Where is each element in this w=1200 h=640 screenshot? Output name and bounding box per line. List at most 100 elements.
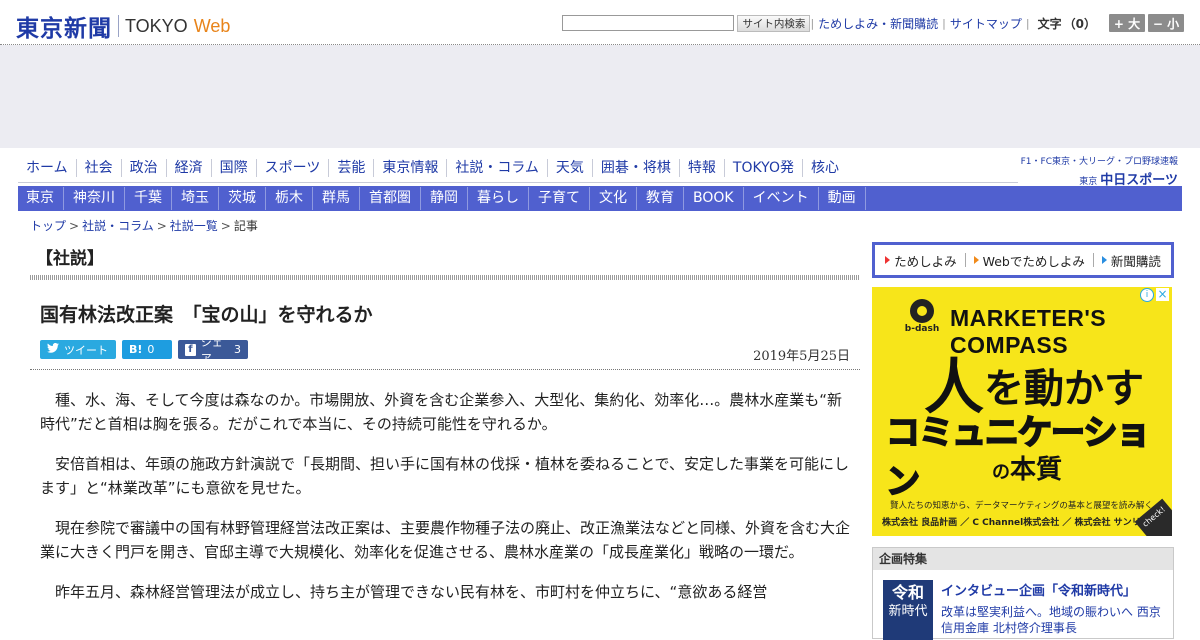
- subscribe-box: ためしよみ Webでためしよみ 新聞購読: [872, 242, 1174, 278]
- site-search-input[interactable]: [562, 15, 735, 31]
- facebook-share-count: 3: [234, 343, 241, 356]
- region-tochigi[interactable]: 栃木: [266, 187, 313, 210]
- region-tokyo[interactable]: 東京: [18, 187, 64, 210]
- nav-editorial-column[interactable]: 社説・コラム: [446, 159, 547, 177]
- ad-brand-logo: b-dash: [902, 299, 942, 334]
- region-saitama[interactable]: 埼玉: [172, 187, 219, 210]
- nav-special-report[interactable]: 特報: [678, 159, 724, 177]
- ad-copy-line3: の本質: [992, 449, 1062, 486]
- region-shizuoka[interactable]: 静岡: [421, 187, 468, 210]
- font-size-label: 文字: [1037, 16, 1062, 31]
- utility-bar: サイト内検索 | ためしよみ・新聞購読 | サイトマップ | 文字 （0） + …: [562, 14, 1184, 32]
- triangle-orange-icon: [973, 256, 979, 264]
- logo-web: Web: [193, 15, 231, 36]
- feature-title-link[interactable]: インタビュー企画「令和新時代」: [941, 580, 1136, 599]
- link-trial-subscribe[interactable]: ためしよみ・新聞購読: [818, 15, 938, 32]
- pipe-divider: |: [810, 16, 815, 30]
- nav-home[interactable]: ホーム: [18, 159, 76, 177]
- ad-info-icon[interactable]: i: [1140, 288, 1154, 302]
- article-paragraph: 安倍首相は、年頭の施政方針演説で「長期間、担い手に国有林の伐採・植林を委ねること…: [40, 455, 849, 497]
- section-events[interactable]: イベント: [744, 187, 819, 210]
- top-ad-banner-area: [0, 45, 1200, 148]
- font-bigger-button[interactable]: + 大: [1109, 14, 1145, 32]
- twitter-bird-icon: [47, 342, 59, 356]
- feature-heading: 企画特集: [873, 548, 1173, 570]
- share-buttons: ツイート B! 0 f シェア 3: [40, 336, 254, 365]
- section-rule: [30, 275, 860, 280]
- font-size-value: （0）: [1063, 16, 1096, 31]
- bdash-logo-icon: [910, 299, 934, 323]
- subscribe-newspaper-label: 新聞購読: [1110, 253, 1161, 269]
- pipe-divider: |: [942, 16, 946, 30]
- region-shutoken[interactable]: 首都圏: [360, 187, 421, 210]
- ad-close-icon[interactable]: ×: [1156, 288, 1169, 301]
- article-paragraph: 現在参院で審議中の国有林野管理経営法改正案は、主要農作物種子法の廃止、改正漁業法…: [40, 519, 851, 561]
- breadcrumb-editorial-list[interactable]: 社説一覧: [170, 219, 218, 233]
- nav-sports[interactable]: スポーツ: [255, 159, 329, 177]
- subscribe-newspaper-link[interactable]: 新聞購読: [1101, 251, 1161, 270]
- article-title: 国有林法改正案 「宝の山」を守れるか: [40, 304, 373, 326]
- feature-thumbnail[interactable]: 令和 新時代: [883, 580, 933, 640]
- section-culture[interactable]: 文化: [590, 187, 637, 210]
- font-smaller-button[interactable]: − 小: [1148, 14, 1184, 32]
- nav-go-shogi[interactable]: 囲碁・将棋: [591, 159, 679, 177]
- facebook-share-label: シェア: [200, 335, 223, 365]
- hatena-bookmark-button[interactable]: B! 0: [122, 340, 172, 359]
- feature-description-link[interactable]: 改革は堅実利益へ。地域の賑わいへ 西京信用金庫 北村啓介理事長: [941, 604, 1166, 636]
- feature-box: 企画特集 令和 新時代 インタビュー企画「令和新時代」 改革は堅実利益へ。地域の…: [872, 547, 1174, 640]
- tweet-button[interactable]: ツイート: [40, 340, 116, 359]
- subscribe-divider: [1092, 253, 1094, 267]
- section-education[interactable]: 教育: [637, 187, 684, 210]
- ad-subcopy: 賢人たちの知恵から、データマーケティングの基本と展望を読み解く: [890, 501, 1153, 511]
- site-header: 東京新聞 TOKYO Web サイト内検索 | ためしよみ・新聞購読 | サイト…: [0, 0, 1200, 45]
- nav-weather[interactable]: 天気: [546, 159, 592, 177]
- nav-politics[interactable]: 政治: [120, 159, 166, 177]
- hatena-bookmark-icon: B!: [129, 343, 143, 356]
- facebook-icon: f: [185, 343, 196, 356]
- article-body: 種、水、海、そして今度は森なのか。市場開放、外資を含む企業参入、大型化、集約化、…: [40, 388, 850, 620]
- breadcrumb-top[interactable]: トップ: [30, 219, 66, 233]
- region-ibaraki[interactable]: 茨城: [219, 187, 266, 210]
- region-kanagawa[interactable]: 神奈川: [64, 187, 125, 210]
- chunichi-sports-link[interactable]: F1・FC東京・大リーグ・プロ野球速報 東京 中日スポーツ: [1021, 154, 1178, 188]
- link-sitemap[interactable]: サイトマップ: [950, 15, 1022, 32]
- region-chiba[interactable]: 千葉: [125, 187, 172, 210]
- pipe-divider: |: [1025, 16, 1030, 30]
- breadcrumb: トップ > 社説・コラム > 社説一覧 > 記事: [30, 217, 258, 234]
- feature-thumb-line2: 新時代: [888, 604, 928, 619]
- region-nav: 東京 神奈川 千葉 埼玉 茨城 栃木 群馬 首都圏 静岡 暮らし 子育て 文化 …: [18, 186, 1182, 211]
- subscribe-web-trial-label: Webでためしよみ: [982, 253, 1085, 269]
- sidebar-ad[interactable]: i × b-dash MARKETER'S COMPASS 人を動かす コミュニ…: [872, 287, 1172, 536]
- ad-sponsors: 株式会社 良品計画 ／ C Channel株式会社 ／ 株式会社 サンリオ: [882, 518, 1150, 528]
- facebook-share-button[interactable]: f シェア 3: [178, 336, 248, 365]
- article-header-rule: [30, 369, 860, 370]
- nav-kakushin[interactable]: 核心: [801, 159, 847, 177]
- nav-tokyo-hatsu[interactable]: TOKYO発: [723, 159, 802, 177]
- subscribe-divider: [964, 253, 966, 267]
- breadcrumb-separator: >: [156, 219, 167, 233]
- breadcrumb-separator: >: [220, 219, 231, 233]
- nav-tokyo-info[interactable]: 東京情報: [373, 159, 446, 177]
- logo-divider: [118, 15, 119, 37]
- nav-society[interactable]: 社会: [75, 159, 121, 177]
- section-video[interactable]: 動画: [819, 187, 866, 210]
- ad-brand-name: b-dash: [904, 324, 940, 334]
- site-logo[interactable]: 東京新聞 TOKYO Web: [16, 9, 230, 43]
- chunichi-tagline: F1・FC東京・大リーグ・プロ野球速報: [1020, 157, 1178, 167]
- nav-international[interactable]: 国際: [210, 159, 256, 177]
- article-paragraph: 昨年五月、森林経営管理法が成立し、持ち主が管理できない民有林を、市町村を仲立ちに…: [55, 583, 768, 601]
- site-search-button[interactable]: サイト内検索: [737, 14, 811, 32]
- section-living[interactable]: 暮らし: [468, 187, 529, 210]
- region-gunma[interactable]: 群馬: [313, 187, 360, 210]
- nav-entertainment[interactable]: 芸能: [328, 159, 373, 177]
- section-parenting[interactable]: 子育て: [529, 187, 590, 210]
- nav-divider-line: [18, 182, 1018, 183]
- nav-economy[interactable]: 経済: [165, 159, 211, 177]
- article-date: 2019年5月25日: [753, 349, 850, 364]
- tweet-label: ツイート: [64, 343, 108, 357]
- subscribe-web-trial-link[interactable]: Webでためしよみ: [973, 251, 1085, 270]
- subscribe-trial-link[interactable]: ためしよみ: [885, 251, 957, 270]
- feature-thumb-line1: 令和: [891, 583, 924, 602]
- breadcrumb-editorial-column[interactable]: 社説・コラム: [82, 219, 154, 233]
- section-book[interactable]: BOOK: [684, 187, 744, 210]
